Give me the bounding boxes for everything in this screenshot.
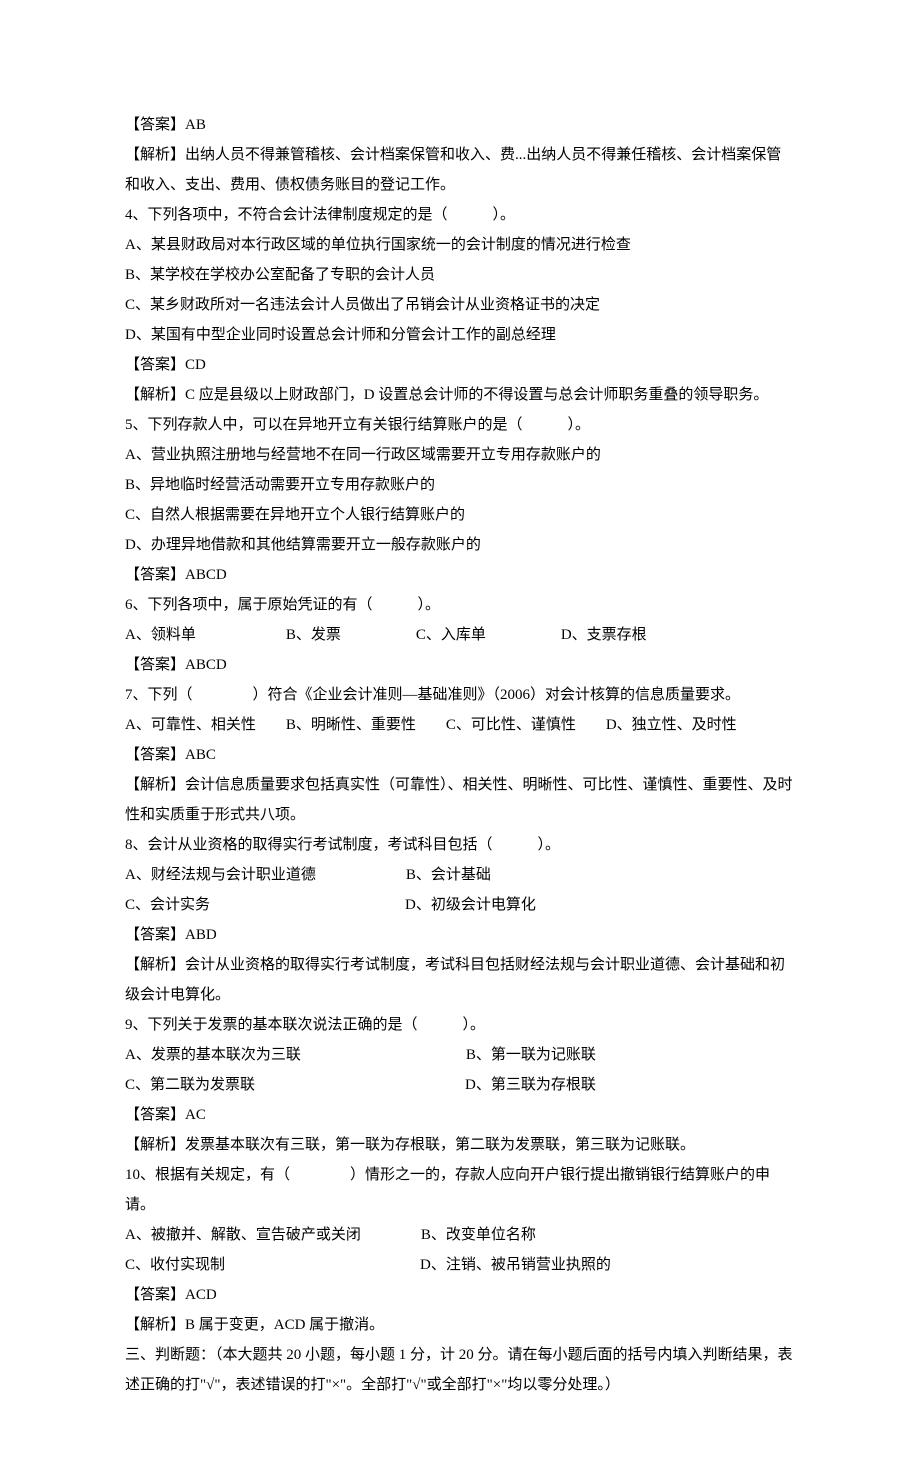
text-line: D、办理异地借款和其他结算需要开立一般存款账户的 — [125, 530, 795, 560]
text-line: A、可靠性、相关性 B、明晰性、重要性 C、可比性、谨慎性 D、独立性、及时性 — [125, 710, 795, 740]
text-line: 10、根据有关规定，有（ ）情形之一的，存款人应向开户银行提出撤销银行结算账户的… — [125, 1160, 795, 1220]
text-line: C、收付实现制 D、注销、被吊销营业执照的 — [125, 1250, 795, 1280]
text-line: 8、会计从业资格的取得实行考试制度，考试科目包括（ ）。 — [125, 830, 795, 860]
text-line: C、自然人根据需要在异地开立个人银行结算账户的 — [125, 500, 795, 530]
text-line: 【答案】AB — [125, 110, 795, 140]
text-line: 【答案】ABC — [125, 740, 795, 770]
text-line: 【解析】C 应是县级以上财政部门，D 设置总会计师的不得设置与总会计师职务重叠的… — [125, 380, 795, 410]
text-line: 【答案】ACD — [125, 1280, 795, 1310]
text-line: B、某学校在学校办公室配备了专职的会计人员 — [125, 260, 795, 290]
text-line: A、发票的基本联次为三联 B、第一联为记账联 — [125, 1040, 795, 1070]
text-line: 【答案】ABD — [125, 920, 795, 950]
text-line: 【解析】会计信息质量要求包括真实性（可靠性）、相关性、明晰性、可比性、谨慎性、重… — [125, 770, 795, 830]
text-line: 4、下列各项中，不符合会计法律制度规定的是（ ）。 — [125, 200, 795, 230]
text-line: 9、下列关于发票的基本联次说法正确的是（ ）。 — [125, 1010, 795, 1040]
text-line: 6、下列各项中，属于原始凭证的有（ ）。 — [125, 590, 795, 620]
text-line: C、某乡财政所对一名违法会计人员做出了吊销会计从业资格证书的决定 — [125, 290, 795, 320]
text-line: D、某国有中型企业同时设置总会计师和分管会计工作的副总经理 — [125, 320, 795, 350]
text-line: A、被撤并、解散、宣告破产或关闭 B、改变单位名称 — [125, 1220, 795, 1250]
text-line: A、某县财政局对本行政区域的单位执行国家统一的会计制度的情况进行检查 — [125, 230, 795, 260]
text-line: A、领料单 B、发票 C、入库单 D、支票存根 — [125, 620, 795, 650]
text-line: C、会计实务 D、初级会计电算化 — [125, 890, 795, 920]
text-line: A、营业执照注册地与经营地不在同一行政区域需要开立专用存款账户的 — [125, 440, 795, 470]
text-line: B、异地临时经营活动需要开立专用存款账户的 — [125, 470, 795, 500]
text-line: C、第二联为发票联 D、第三联为存根联 — [125, 1070, 795, 1100]
text-line: 【解析】会计从业资格的取得实行考试制度，考试科目包括财经法规与会计职业道德、会计… — [125, 950, 795, 1010]
text-line: 【答案】AC — [125, 1100, 795, 1130]
text-line: A、财经法规与会计职业道德 B、会计基础 — [125, 860, 795, 890]
text-line: 三、判断题：（本大题共 20 小题，每小题 1 分，计 20 分。请在每小题后面… — [125, 1340, 795, 1400]
text-line: 【答案】ABCD — [125, 650, 795, 680]
text-line: 【解析】发票基本联次有三联，第一联为存根联，第二联为发票联，第三联为记账联。 — [125, 1130, 795, 1160]
text-line: 5、下列存款人中，可以在异地开立有关银行结算账户的是（ ）。 — [125, 410, 795, 440]
document-page: 【答案】AB 【解析】出纳人员不得兼管稽核、会计档案保管和收入、费...出纳人员… — [0, 0, 920, 1460]
text-line: 【答案】ABCD — [125, 560, 795, 590]
text-line: 7、下列（ ）符合《企业会计准则—基础准则》（2006）对会计核算的信息质量要求… — [125, 680, 795, 710]
text-line: 【解析】出纳人员不得兼管稽核、会计档案保管和收入、费...出纳人员不得兼任稽核、… — [125, 140, 795, 200]
text-line: 【答案】CD — [125, 350, 795, 380]
text-line: 【解析】B 属于变更，ACD 属于撤消。 — [125, 1310, 795, 1340]
